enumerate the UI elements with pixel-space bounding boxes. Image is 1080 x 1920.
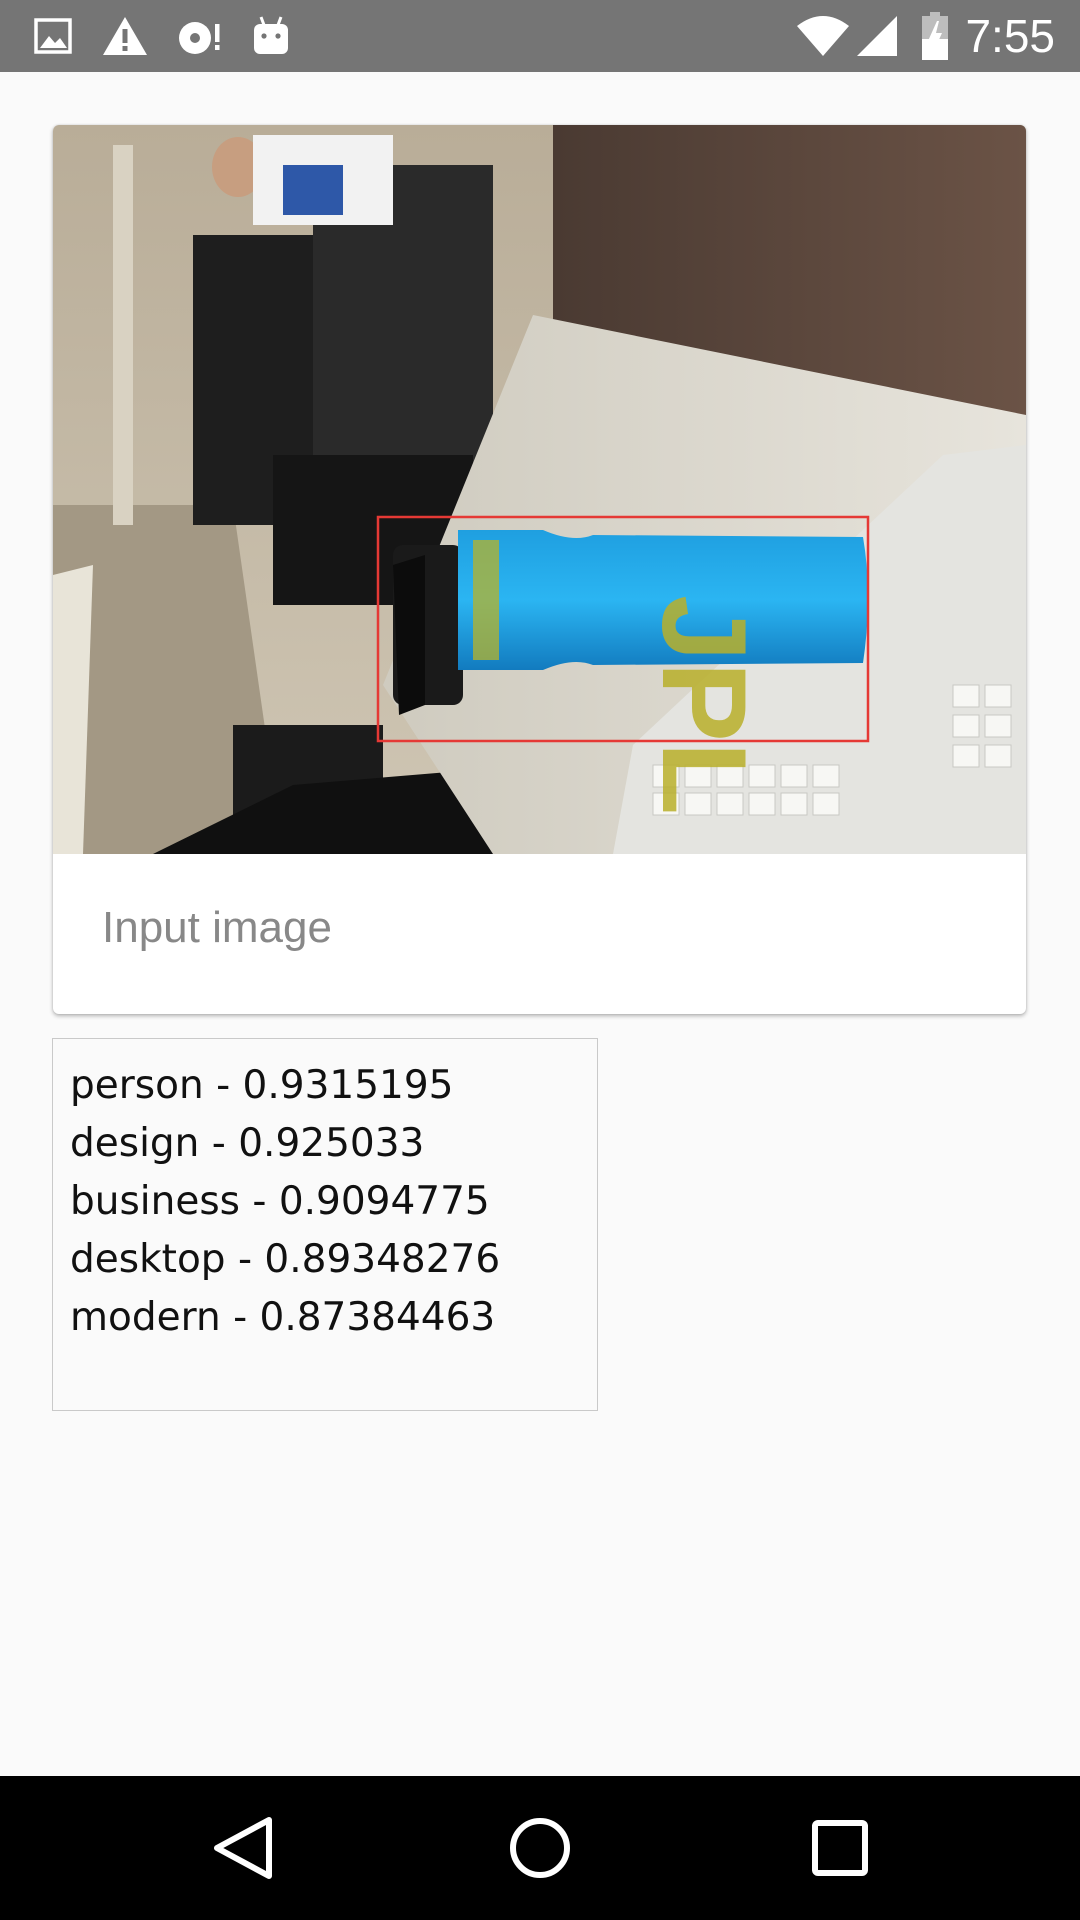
result-line: modern - 0.87384463	[70, 1295, 496, 1340]
result-line: business - 0.9094775	[70, 1179, 490, 1224]
navigation-bar	[0, 1776, 1080, 1920]
android-icon	[254, 16, 288, 54]
back-icon[interactable]	[201, 1808, 281, 1888]
status-time: 7:55	[965, 10, 1055, 62]
recents-icon[interactable]	[800, 1808, 880, 1888]
main-content: JPL Input image person - 0.9315195 desig…	[0, 72, 1080, 1776]
home-icon[interactable]	[500, 1808, 580, 1888]
result-line: person - 0.9315195	[70, 1063, 454, 1108]
result-line: desktop - 0.89348276	[70, 1237, 501, 1282]
svg-text:JPL: JPL	[637, 595, 771, 815]
warning-icon	[103, 17, 147, 55]
wifi-icon	[797, 16, 849, 56]
input-photo: JPL	[53, 125, 1026, 854]
input-image-card[interactable]: JPL Input image	[53, 125, 1026, 1014]
result-line: design - 0.925033	[70, 1121, 425, 1166]
status-bar: 7:55	[0, 0, 1080, 72]
disc-icon	[179, 22, 220, 54]
card-caption: Input image	[102, 903, 332, 952]
image-icon	[34, 18, 72, 54]
battery-charging-icon	[922, 12, 948, 60]
results-box: person - 0.9315195 design - 0.925033 bus…	[52, 1038, 598, 1411]
signal-icon	[857, 16, 897, 56]
